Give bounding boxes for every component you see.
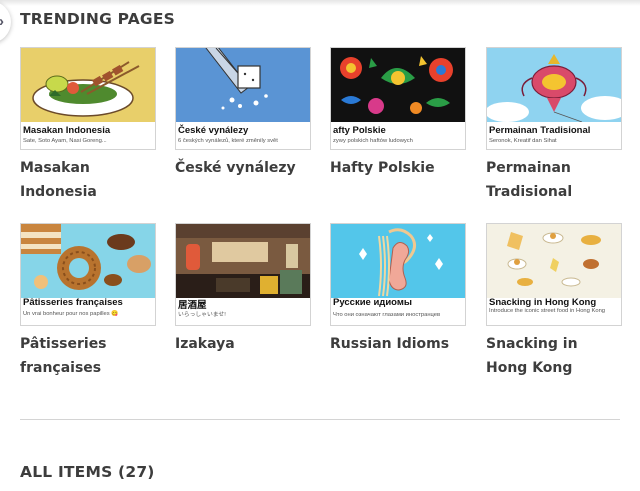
card-ceske-vynalezy[interactable]: České vynálezy 6 českých vynálezů, které… — [175, 47, 311, 180]
thumbnail-subtitle: いらっしゃいませ! — [178, 312, 226, 318]
all-items-title: ALL ITEMS (27) — [20, 463, 155, 481]
card-hafty-polskie[interactable]: afty Polskie zywy polskich haftów ludowy… — [330, 47, 466, 180]
carousel-prev-button[interactable]: › — [0, 1, 11, 43]
pastries-illustration — [21, 224, 155, 298]
thumbnail-title: České vynálezy — [178, 125, 249, 136]
thumbnail-subtitle: Sate, Soto Ayam, Nasi Goreng... — [23, 138, 107, 144]
card-label[interactable]: Masakan Indonesia — [20, 156, 156, 204]
thumbnail-title: 居酒屋 — [178, 300, 207, 311]
thumbnail-title: afty Polskie — [333, 125, 386, 136]
thumbnail-title: Permainan Tradisional — [489, 125, 591, 136]
card-thumbnail[interactable]: Русские идиомы Что они означают глазами … — [330, 223, 466, 326]
thumbnail-title: Русские идиомы — [333, 297, 412, 308]
card-thumbnail[interactable]: Permainan Tradisional Seronok, Kreatif d… — [486, 47, 622, 150]
card-label[interactable]: Snacking in Hong Kong — [486, 332, 622, 380]
card-thumbnail[interactable]: 居酒屋 いらっしゃいませ! — [175, 223, 311, 326]
chevron-right-icon: › — [0, 13, 4, 30]
thumbnail-subtitle: Introduce the iconic street food in Hong… — [489, 308, 606, 314]
street-food-illustration — [487, 224, 621, 298]
thumbnail-title: Pâtisseries françaises — [23, 297, 123, 308]
card-label[interactable]: Permainan Tradisional — [486, 156, 622, 204]
thumbnail-subtitle: zywy polskich haftów ludowych — [333, 138, 413, 144]
top-shadow — [0, 0, 640, 6]
card-snacking-in-hong-kong[interactable]: Snacking in Hong Kong Introduce the icon… — [486, 223, 622, 380]
card-label[interactable]: České vynálezy — [175, 156, 311, 180]
card-russian-idioms[interactable]: Русские идиомы Что они означают глазами … — [330, 223, 466, 356]
card-patisseries-francaises[interactable]: Pâtisseries françaises Un vrai bonheur p… — [20, 223, 156, 380]
trending-pages-title: TRENDING PAGES — [20, 10, 175, 28]
card-thumbnail[interactable]: Snacking in Hong Kong Introduce the icon… — [486, 223, 622, 326]
card-masakan-indonesia[interactable]: Masakan Indonesia Sate, Soto Ayam, Nasi … — [20, 47, 156, 204]
card-label[interactable]: Pâtisseries françaises — [20, 332, 156, 380]
food-plate-illustration — [21, 48, 155, 122]
thumbnail-subtitle: Seronok, Kreatif dan Sihat — [489, 138, 557, 144]
ear-noodles-illustration — [331, 224, 465, 298]
thumbnail-title: Masakan Indonesia — [23, 125, 111, 136]
thumbnail-subtitle: 6 českých vynálezů, které změnily svět — [178, 138, 278, 144]
card-thumbnail[interactable]: České vynálezy 6 českých vynálezů, které… — [175, 47, 311, 150]
card-izakaya[interactable]: 居酒屋 いらっしゃいませ! Izakaya — [175, 223, 311, 356]
thumbnail-title: Snacking in Hong Kong — [489, 297, 597, 308]
thumbnail-subtitle: Un vrai bonheur pour nos papilles 😋 — [23, 311, 119, 317]
card-label[interactable]: Russian Idioms — [330, 332, 466, 356]
kite-illustration — [487, 48, 621, 122]
card-label[interactable]: Izakaya — [175, 332, 311, 356]
thumbnail-subtitle: Что они означают глазами иностранцев — [333, 312, 441, 318]
izakaya-storefront-illustration — [176, 224, 310, 298]
card-thumbnail[interactable]: Masakan Indonesia Sate, Soto Ayam, Nasi … — [20, 47, 156, 150]
section-divider — [20, 419, 620, 420]
card-label[interactable]: Hafty Polskie — [330, 156, 466, 180]
card-permainan-tradisional[interactable]: Permainan Tradisional Seronok, Kreatif d… — [486, 47, 622, 204]
folk-embroidery-illustration — [331, 48, 465, 122]
card-thumbnail[interactable]: afty Polskie zywy polskich haftów ludowy… — [330, 47, 466, 150]
sugar-cube-illustration — [176, 48, 310, 122]
card-thumbnail[interactable]: Pâtisseries françaises Un vrai bonheur p… — [20, 223, 156, 326]
